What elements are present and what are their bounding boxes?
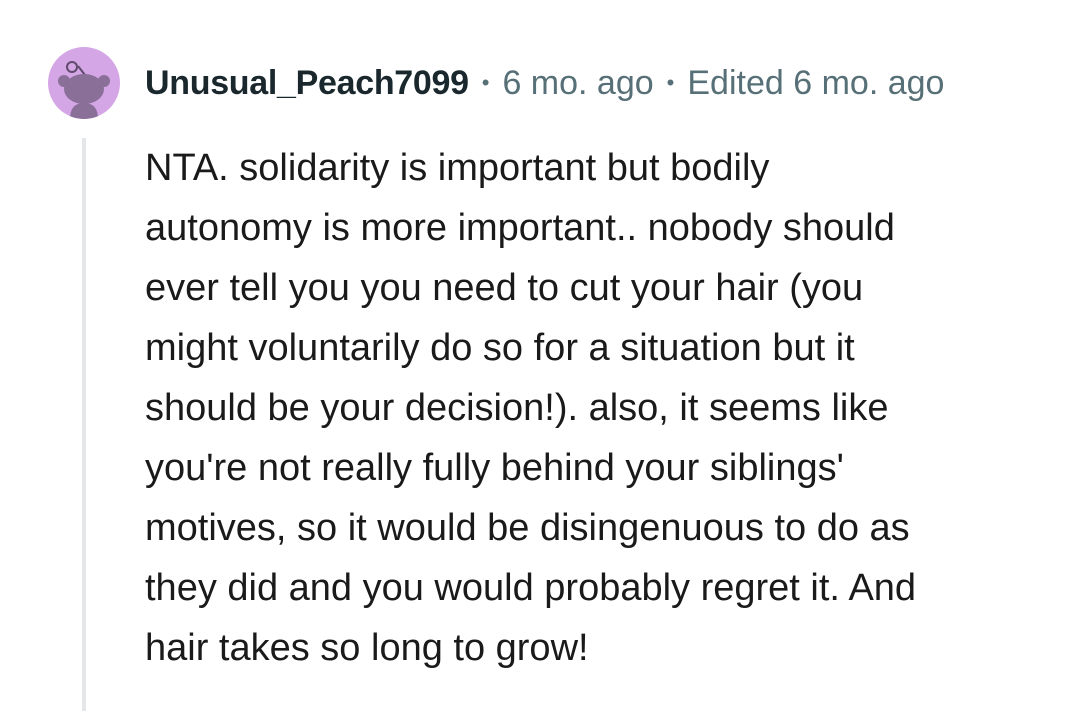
separator-dot: • (481, 70, 490, 95)
comment-body-line: hair takes so long to grow! (145, 627, 589, 669)
comment-body-line: motives, so it would be disingenuous to … (145, 507, 910, 549)
comment: Unusual_Peach7099 • 6 mo. ago • Edited 6… (0, 0, 1079, 711)
comment-body-line: NTA. solidarity is important but bodily (145, 147, 770, 189)
comment-body-line: might voluntarily do so for a situation … (145, 327, 855, 369)
separator-dot: • (666, 70, 675, 95)
comment-body-line: they did and you would probably regret i… (145, 567, 917, 609)
comment-body-line: you're not really fully behind your sibl… (145, 447, 844, 489)
comment-body-line: autonomy is more important.. nobody shou… (145, 207, 895, 249)
thread-collapse-line[interactable] (82, 138, 86, 711)
user-avatar[interactable] (48, 47, 120, 119)
comment-body-line: should be your decision!). also, it seem… (145, 387, 889, 429)
username-link[interactable]: Unusual_Peach7099 (145, 64, 469, 103)
comment-body: NTA. solidarity is important but bodily … (145, 138, 1045, 678)
comment-body-line: ever tell you you need to cut your hair … (145, 267, 864, 309)
edited-label: Edited 6 mo. ago (687, 63, 945, 102)
comment-header: Unusual_Peach7099 • 6 mo. ago • Edited 6… (145, 60, 944, 106)
snoo-avatar-icon (58, 61, 110, 119)
post-time[interactable]: 6 mo. ago (502, 64, 653, 103)
